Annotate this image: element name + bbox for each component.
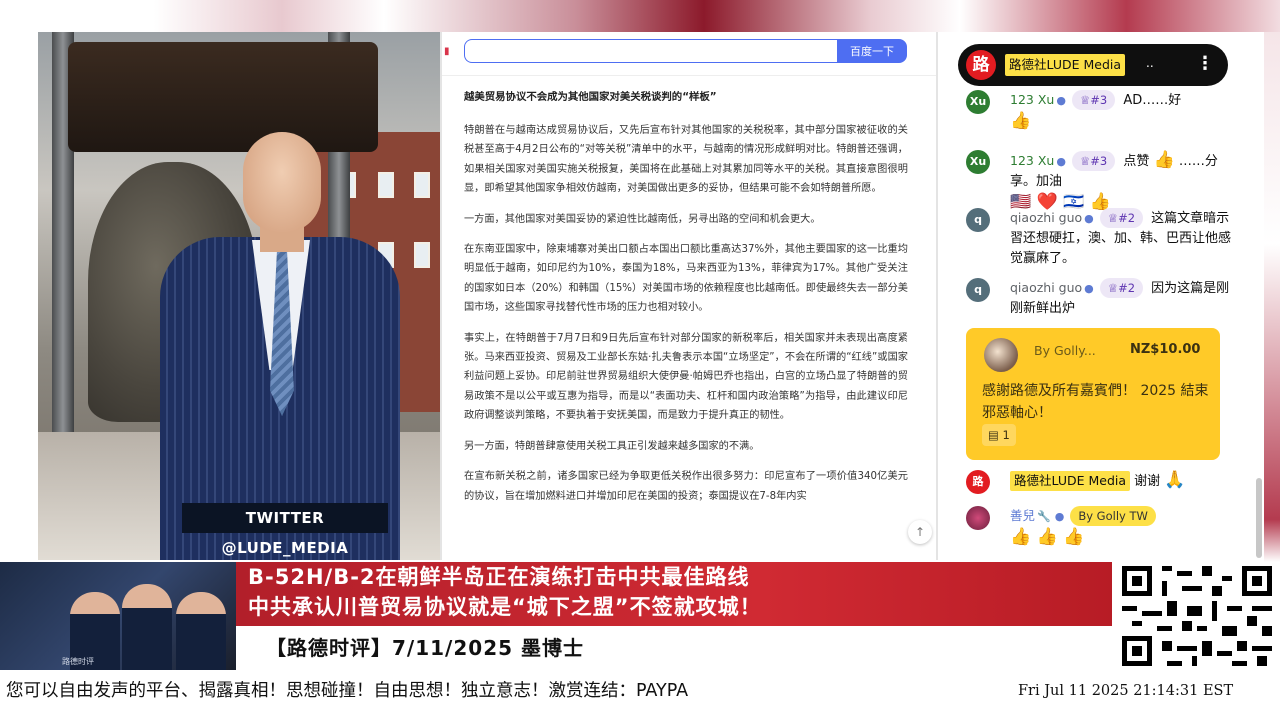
member-rank-badge: ♕#3 (1071, 151, 1116, 171)
chat-message: q qiaozhi guo ● ♕#2 这篇文章暗示習还想硬扛，澳、加、韩、巴西让他… (966, 208, 1236, 269)
news-banner: 路德时评 B-52H/B-2在朝鲜半岛正在演练打击中共最佳路线 中共承认川普贸易… (0, 562, 1280, 674)
avatar (984, 338, 1018, 372)
chat-header: 路 路德社LUDE Media .. ⋮ (958, 44, 1228, 86)
article-paragraph: 在宣布新关税之前，诸多国家已经为争取更低关税作出很多努力：印尼宣布了一项价值34… (464, 471, 908, 502)
wrench-icon: 🔧 (1037, 510, 1051, 523)
ticker-text: 您可以自由发声的平台、揭露真相！思想碰撞！自由思想！独立意志！激赏连结：PAYP… (6, 681, 689, 701)
show-thumbnail: 路德时评 (0, 562, 236, 670)
thumbs-up-icon: 👍 (1153, 150, 1175, 170)
search-button[interactable]: 百度一下 (837, 39, 907, 63)
chat-message-owner: 路 路德社LUDE Media 谢谢 🙏 (966, 470, 1236, 494)
chat-message: 善兒 🔧 ● By Golly TW 👍 👍 👍 (966, 506, 1236, 549)
more-vert-icon[interactable]: ⋮ (1196, 53, 1214, 74)
article-paragraph: 一方面，其他国家对美国妥协的紧迫性比越南低，另寻出路的空间和机会更大。 (464, 213, 821, 225)
reply-count-button[interactable]: ▤ 1 (982, 424, 1016, 446)
headline-line-2: 中共承认川普贸易协议就是“城下之盟”不签就攻城！ (248, 595, 762, 619)
avatar (966, 506, 990, 530)
chat-author-owner[interactable]: 路德社LUDE Media (1010, 471, 1131, 491)
twitter-handle-tag: TWITTER @LUDE_MEDIA (182, 503, 388, 557)
chat-message: Xu 123 Xu ● ♕#3 AD……好 👍 (966, 90, 1236, 133)
article-paragraph: 另一方面，特朗普肆意使用关税工具正引发越来越多国家的不满。 (464, 440, 760, 452)
thumbs-up-icon: 👍 (1010, 111, 1032, 131)
thumbs-up-icon: 👍 👍 👍 (1010, 527, 1085, 547)
member-rank-badge: ♕#2 (1099, 208, 1144, 228)
search-bar: ▮ 百度一下 (442, 32, 936, 76)
qr-code-graphic (1122, 566, 1272, 666)
chat-author[interactable]: qiaozhi guo (1010, 210, 1082, 225)
headline-line-1: B-52H/B-2在朝鲜半岛正在演练打击中共最佳路线 (248, 565, 750, 589)
article-title: 越美贸易协议不会成为其他国家对美关税谈判的“样板” (464, 91, 717, 103)
avatar: q (966, 208, 990, 232)
moderator-badge-icon: ● (1056, 94, 1066, 107)
super-chat-card[interactable]: By Golly... NZ$10.00 感謝路德及所有嘉賓們！ 2025 結束… (966, 328, 1220, 460)
news-ticker: 您可以自由发声的平台、揭露真相！思想碰撞！自由思想！独立意志！激赏连结：PAYP… (0, 674, 1280, 708)
thumbnail-caption: 路德时评 (62, 657, 94, 666)
moderator-badge-icon: ● (1054, 510, 1065, 523)
bell-yoke (68, 42, 378, 152)
article-body: 越美贸易协议不会成为其他国家对美关税谈判的“样板” 特朗普在与越南达成贸易协议后… (464, 88, 908, 517)
chat-author[interactable]: 善兒 (1010, 508, 1035, 523)
qr-code-icon (1112, 562, 1280, 670)
headline-box: B-52H/B-2在朝鲜半岛正在演练打击中共最佳路线 中共承认川普贸易协议就是“… (236, 562, 1112, 626)
background-left (0, 32, 38, 562)
chat-text: 点赞 (1123, 154, 1150, 169)
chat-text: AD……好 (1123, 93, 1182, 108)
super-chat-author: By Golly... (1034, 343, 1096, 358)
baidu-paw-icon: ▮ (444, 46, 450, 57)
chat-author[interactable]: 123 Xu (1010, 92, 1054, 107)
reply-target-badge[interactable]: By Golly TW (1070, 506, 1156, 526)
live-chat-panel: 路 路德社LUDE Media .. ⋮ Xu 123 Xu ● ♕#3 AD……好… (940, 32, 1264, 560)
thumbnail-figure (122, 584, 172, 670)
video-feed: TWITTER @LUDE_MEDIA (38, 32, 440, 560)
background-top-stripe (0, 0, 1280, 32)
article-paragraph: 事实上，在特朗普于7月7日和9日先后宣布针对部分国家的新税率后，相关国家并未表现… (464, 332, 908, 422)
channel-logo: 路 (966, 50, 996, 80)
moderator-badge-icon: ● (1084, 212, 1094, 225)
moderator-badge-icon: ● (1084, 282, 1094, 295)
timestamp: Fri Jul 11 2025 21:14:31 EST (1018, 683, 1234, 699)
member-rank-badge: ♕#3 (1071, 90, 1116, 110)
chat-message: Xu 123 Xu ● ♕#3 点赞 👍 ……分享。加油 🇺🇸 ❤️ 🇮🇱 👍 (966, 150, 1236, 214)
channel-status: .. (1146, 56, 1154, 70)
member-rank-badge: ♕#2 (1099, 278, 1144, 298)
super-chat-text: 感謝路德及所有嘉賓們！ 2025 結束邪惡軸心！ (982, 383, 1209, 421)
search-input[interactable] (464, 39, 838, 63)
reply-count: 1 (1002, 428, 1010, 442)
super-chat-amount: NZ$10.00 (1130, 342, 1201, 357)
background-right-stripe (1264, 32, 1280, 562)
channel-logo: 路 (966, 470, 990, 494)
article-paragraph: 特朗普在与越南达成贸易协议后，又先后宣布针对其他国家的关税税率，其中部分国家被征… (464, 125, 908, 195)
pray-icon: 🙏 (1164, 470, 1186, 490)
chat-text: 谢谢 (1134, 474, 1161, 489)
chat-author[interactable]: 123 Xu (1010, 153, 1054, 168)
chat-author[interactable]: qiaozhi guo (1010, 280, 1082, 295)
scroll-to-top-button[interactable]: ↑ (908, 520, 932, 544)
avatar: Xu (966, 90, 990, 114)
presenter-head (243, 132, 321, 232)
comment-icon: ▤ (988, 428, 1003, 442)
avatar: q (966, 278, 990, 302)
channel-name: 路德社LUDE Media (1005, 54, 1126, 76)
article-paragraph: 在东南亚国家中，除柬埔寨对美出口额占本国出口额比重高达37%外，其他主要国家的这… (464, 244, 908, 314)
chat-scrollbar[interactable] (1256, 478, 1262, 558)
chat-message: q qiaozhi guo ● ♕#2 因为这篇是刚刚新鲜出炉 (966, 278, 1236, 319)
show-subtitle: 【路德时评】7/11/2025 墨博士 (236, 626, 1112, 670)
arrow-up-icon: ↑ (914, 525, 926, 539)
thumbnail-figure (176, 592, 226, 670)
avatar: Xu (966, 150, 990, 174)
moderator-badge-icon: ● (1056, 155, 1066, 168)
browser-article-panel: ▮ 百度一下 越美贸易协议不会成为其他国家对美关税谈判的“样板” 特朗普在与越南… (440, 32, 938, 560)
